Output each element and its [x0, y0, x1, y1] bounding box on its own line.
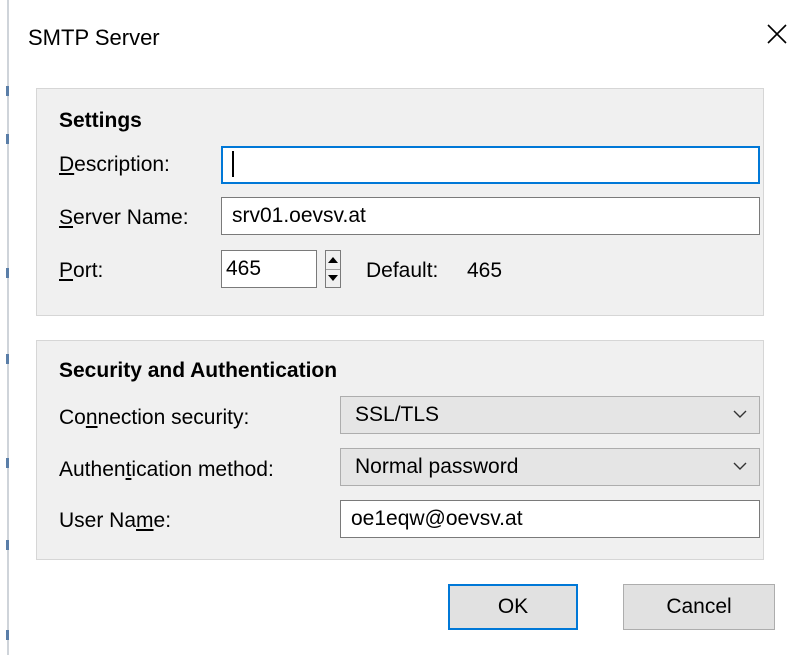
- settings-heading: Settings: [59, 109, 142, 132]
- auth-method-label: Authentication method:: [59, 458, 274, 482]
- smtp-server-dialog: SMTP Server Settings Description: Server…: [12, 0, 799, 655]
- connection-security-label: Connection security:: [59, 406, 249, 430]
- label-text: Co: [59, 406, 86, 429]
- chevron-down-icon: [733, 462, 747, 470]
- user-name-input[interactable]: oe1eqw@oevsv.at: [340, 500, 760, 538]
- label-text: Authen: [59, 458, 126, 481]
- description-input[interactable]: [221, 146, 760, 184]
- security-heading: Security and Authentication: [59, 359, 338, 382]
- server-name-value: srv01.oevsv.at: [232, 204, 366, 227]
- cancel-button[interactable]: Cancel: [623, 584, 775, 630]
- port-default-label: Default:: [366, 259, 439, 282]
- background-marker: [6, 458, 9, 468]
- text-caret: [232, 150, 234, 177]
- security-group: Security and Authentication Connection s…: [36, 340, 764, 560]
- background-window-border: [7, 0, 9, 655]
- background-marker: [6, 540, 9, 550]
- port-label: Port:: [59, 259, 103, 283]
- user-name-label: User Name:: [59, 509, 171, 533]
- arrow-up-icon: [328, 257, 338, 263]
- port-decrement-button[interactable]: [326, 270, 340, 288]
- label-text: erver Name:: [73, 206, 189, 229]
- arrow-down-icon: [328, 275, 338, 281]
- background-marker: [6, 268, 9, 278]
- connection-security-value: SSL/TLS: [355, 403, 440, 426]
- settings-group: Settings Description: Server Name: srv01…: [36, 88, 764, 316]
- port-increment-button[interactable]: [326, 251, 340, 270]
- description-label: Description:: [59, 153, 170, 177]
- access-key: S: [59, 206, 74, 229]
- chevron-down-icon: [733, 410, 747, 418]
- label-text: User Na: [59, 509, 137, 532]
- background-marker: [6, 630, 9, 640]
- label-text: ort:: [73, 259, 104, 282]
- auth-method-value: Normal password: [355, 455, 519, 478]
- background-marker: [6, 134, 9, 144]
- auth-method-select[interactable]: Normal password: [340, 448, 760, 486]
- connection-security-select[interactable]: SSL/TLS: [340, 396, 760, 434]
- dialog-title: SMTP Server: [28, 25, 160, 50]
- access-key: D: [59, 153, 75, 176]
- label-text: e:: [153, 509, 172, 532]
- background-marker: [6, 86, 9, 96]
- server-name-label: Server Name:: [59, 206, 189, 230]
- label-text: nection security:: [97, 406, 250, 429]
- label-text: ication method:: [131, 458, 274, 481]
- access-key: m: [136, 509, 154, 532]
- background-window-edge: [0, 0, 10, 655]
- close-button[interactable]: [757, 14, 797, 54]
- label-text: escription:: [74, 153, 170, 176]
- background-marker: [6, 354, 9, 364]
- access-key: P: [59, 259, 74, 282]
- ok-button[interactable]: OK: [448, 584, 578, 630]
- access-key: n: [85, 406, 98, 429]
- port-default-value: 465: [467, 259, 503, 282]
- port-value: 465: [226, 257, 262, 280]
- port-input[interactable]: 465: [221, 250, 317, 288]
- port-spinner[interactable]: [325, 250, 341, 288]
- server-name-input[interactable]: srv01.oevsv.at: [221, 197, 760, 235]
- close-icon: [767, 24, 787, 44]
- user-name-value: oe1eqw@oevsv.at: [351, 507, 523, 530]
